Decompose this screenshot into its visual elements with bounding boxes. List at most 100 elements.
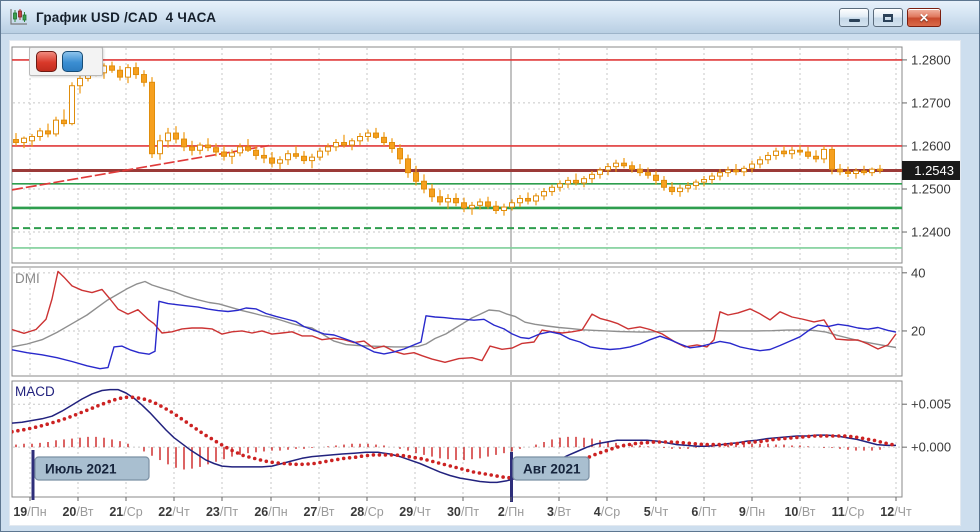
- candle-bull: [350, 141, 355, 145]
- maximize-button[interactable]: [873, 8, 903, 27]
- candle-bear: [174, 133, 179, 139]
- candle-bear: [430, 189, 435, 197]
- candle-bear: [462, 203, 467, 208]
- candle-bear: [454, 198, 459, 202]
- close-icon: ✕: [919, 12, 929, 24]
- candle-bull: [726, 170, 731, 173]
- price-tick-label: 1.2700: [911, 95, 951, 110]
- candle-bear: [878, 169, 883, 170]
- candle-bear: [654, 175, 659, 180]
- macd-tick-label: +0.000: [911, 440, 951, 455]
- candle-bull: [606, 167, 611, 170]
- candle-bull: [70, 86, 75, 124]
- candle-bear: [574, 180, 579, 183]
- candle-bear: [150, 82, 155, 153]
- price-tick-label: 1.2600: [911, 138, 951, 153]
- candle-bear: [414, 173, 419, 182]
- date-label: 27/Вт: [303, 505, 334, 519]
- candle-bull: [366, 133, 371, 136]
- dmi-tick-label: 20: [911, 323, 925, 338]
- close-button[interactable]: ✕: [907, 8, 941, 27]
- last-price-tag: 1.2543: [902, 161, 960, 180]
- candle-bull: [790, 150, 795, 153]
- candle-bear: [830, 149, 835, 169]
- candle-bear: [190, 147, 195, 150]
- candle-bear: [486, 202, 491, 206]
- macd-label: MACD: [15, 384, 55, 399]
- candle-bull: [198, 145, 203, 150]
- price-tick-label: 1.2400: [911, 225, 951, 240]
- candle-bear: [46, 131, 51, 134]
- candle-bull: [750, 164, 755, 168]
- candle-bull: [558, 184, 563, 187]
- date-label: 11/Ср: [832, 505, 865, 519]
- candle-bull: [742, 168, 747, 171]
- date-label: 6/Пт: [691, 505, 716, 519]
- candle-bear: [622, 163, 627, 166]
- app-window: График USD /CAD 4 ЧАСА ✕ Июль 2021Авг 20…: [0, 0, 980, 532]
- candle-bull: [78, 78, 83, 85]
- date-label: 29/Чт: [399, 505, 431, 519]
- candle-bull: [686, 186, 691, 189]
- candle-bear: [846, 172, 851, 174]
- candle-bull: [230, 153, 235, 156]
- minimize-button[interactable]: [839, 8, 869, 27]
- blue-marker-button[interactable]: [62, 51, 83, 72]
- candle-bear: [526, 198, 531, 201]
- candle-bear: [862, 171, 867, 173]
- date-label: 21/Ср: [109, 505, 142, 519]
- candle-bull: [590, 174, 595, 178]
- price-tick-label: 1.2800: [911, 52, 951, 67]
- candle-bull: [718, 173, 723, 176]
- candle-bull: [54, 120, 59, 134]
- candle-bear: [342, 143, 347, 146]
- candle-bear: [222, 152, 227, 156]
- date-label: 3/Вт: [547, 505, 571, 519]
- date-label: 5/Чт: [644, 505, 669, 519]
- candle-bear: [302, 156, 307, 160]
- candle-bear: [262, 155, 267, 158]
- date-label: 10/Вт: [784, 505, 815, 519]
- candle-bear: [294, 154, 299, 157]
- candle-bear: [798, 150, 803, 152]
- date-label: 22/Чт: [158, 505, 190, 519]
- candle-bear: [390, 143, 395, 149]
- candle-bull: [318, 151, 323, 157]
- candle-bull: [38, 131, 43, 137]
- candle-bull: [854, 171, 859, 174]
- date-label: 12/Чт: [880, 505, 912, 519]
- candle-bear: [662, 180, 667, 187]
- candle-bull: [446, 198, 451, 201]
- chart-canvas[interactable]: Июль 2021Авг 2021DMIMACD1.28001.27001.26…: [10, 41, 962, 527]
- date-label: 23/Пт: [206, 505, 238, 519]
- dmi-label: DMI: [15, 271, 40, 286]
- candle-bull: [534, 196, 539, 201]
- candle-bull: [310, 157, 315, 160]
- window-controls: ✕: [839, 8, 941, 27]
- candle-bull: [710, 176, 715, 179]
- candle-bear: [438, 197, 443, 202]
- candle-bear: [838, 169, 843, 172]
- candle-bull: [326, 147, 331, 151]
- candle-bull: [278, 160, 283, 163]
- candle-bull: [702, 180, 707, 183]
- candle-bear: [382, 137, 387, 142]
- candle-bull: [582, 179, 587, 183]
- candle-bull: [334, 143, 339, 147]
- candle-bear: [110, 66, 115, 70]
- candle-bull: [774, 151, 779, 155]
- candle-bear: [254, 150, 259, 155]
- candle-bull: [694, 182, 699, 185]
- candle-bull: [22, 138, 27, 142]
- candle-bear: [134, 68, 139, 75]
- red-marker-button[interactable]: [36, 51, 57, 72]
- candle-bear: [182, 139, 187, 147]
- candle-bull: [758, 160, 763, 164]
- candle-bear: [406, 159, 411, 173]
- candle-bull: [502, 207, 507, 210]
- date-label: 2/Пн: [498, 505, 524, 519]
- month-tag: Авг 2021: [513, 457, 589, 480]
- price-tick-label: 1.2500: [911, 181, 951, 196]
- candle-bear: [494, 206, 499, 210]
- title-bar[interactable]: График USD /CAD 4 ЧАСА ✕: [1, 1, 979, 34]
